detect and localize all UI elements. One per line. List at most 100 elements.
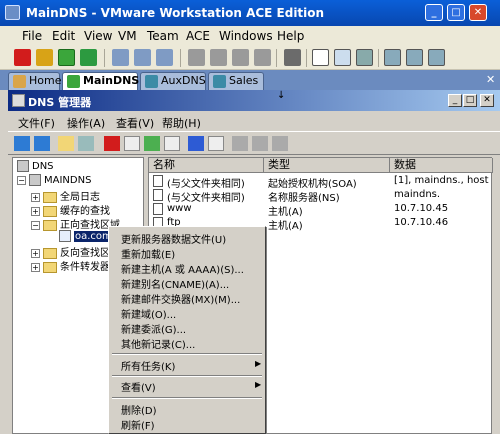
fit-guest-icon[interactable] xyxy=(428,49,445,66)
collapse-icon[interactable]: − xyxy=(17,175,26,185)
team-icon-4[interactable] xyxy=(254,49,271,66)
menu-item-delete[interactable]: 删除(D) xyxy=(121,402,157,417)
back-icon[interactable] xyxy=(14,136,30,151)
tree-item-dns[interactable]: DNS xyxy=(17,160,54,172)
vmware-app-icon xyxy=(5,5,20,20)
tab-maindns-label: MainDNS xyxy=(83,74,140,87)
guest-menu-file[interactable]: 文件(F) xyxy=(18,115,55,131)
tree-label: oa.com xyxy=(74,231,113,242)
menu-item-all-tasks[interactable]: 所有任务(K) xyxy=(121,358,175,373)
menu-item-new-host[interactable]: 新建主机(A 或 AAAA)(S)... xyxy=(121,261,244,276)
maximize-button[interactable]: □ xyxy=(447,4,465,21)
unity-icon[interactable] xyxy=(406,49,423,66)
server-icon xyxy=(29,174,41,186)
team-icon-3[interactable] xyxy=(232,49,249,66)
refresh-icon[interactable] xyxy=(144,136,160,151)
revert-snapshot-icon[interactable] xyxy=(134,49,151,66)
team-icon-2[interactable] xyxy=(210,49,227,66)
column-header-data[interactable]: 数据 xyxy=(390,158,493,173)
expand-icon[interactable]: + xyxy=(31,192,40,202)
record-icon xyxy=(153,203,163,215)
tree-item-cached-lookups[interactable]: + 缓存的查找 xyxy=(31,202,110,217)
tab-auxdns-label: AuxDNS xyxy=(161,74,206,87)
record-name: www xyxy=(167,203,192,214)
properties-icon[interactable] xyxy=(124,136,140,151)
dns-tool-icon-2[interactable] xyxy=(252,136,268,151)
tree-item-maindns[interactable]: − MAINDNS xyxy=(17,174,91,186)
menu-help[interactable]: Help xyxy=(277,29,304,43)
guest-maximize-button[interactable]: □ xyxy=(463,94,477,107)
guest-minimize-button[interactable]: _ xyxy=(448,94,462,107)
tab-maindns[interactable]: MainDNS xyxy=(62,72,140,90)
menu-view[interactable]: View xyxy=(84,29,112,43)
tab-home[interactable]: Home xyxy=(8,72,62,90)
tab-sales[interactable]: Sales xyxy=(208,72,264,90)
forward-icon[interactable] xyxy=(34,136,50,151)
capture-icon[interactable] xyxy=(284,49,301,66)
menu-item-view[interactable]: 查看(V) xyxy=(121,379,156,394)
close-tab-button[interactable]: ✕ xyxy=(486,73,495,86)
delete-icon[interactable] xyxy=(104,136,120,151)
export-list-icon[interactable] xyxy=(164,136,180,151)
guest-menu-help[interactable]: 帮助(H) xyxy=(162,115,201,131)
collapse-icon[interactable]: − xyxy=(31,220,40,230)
tree-item-oa-com[interactable]: oa.com xyxy=(59,230,113,242)
dns-tool-icon-1[interactable] xyxy=(232,136,248,151)
tab-auxdns[interactable]: AuxDNS xyxy=(140,72,206,90)
menu-item-refresh[interactable]: 刷新(F) xyxy=(121,417,155,432)
full-screen-icon[interactable] xyxy=(356,49,373,66)
submenu-arrow-icon: ▶ xyxy=(255,380,262,389)
menu-item-other-records[interactable]: 其他新记录(C)... xyxy=(121,336,195,351)
console-view-icon[interactable] xyxy=(384,49,401,66)
guest-menu-view[interactable]: 查看(V) xyxy=(116,115,154,131)
snapshot-icon[interactable] xyxy=(112,49,129,66)
minimize-button[interactable]: _ xyxy=(425,4,443,21)
column-header-type[interactable]: 类型 xyxy=(264,158,390,173)
menu-item-update-data-file[interactable]: 更新服务器数据文件(U) xyxy=(121,231,226,246)
expand-icon[interactable]: + xyxy=(31,262,40,272)
table-row[interactable]: (与父文件夹相同) 名称服务器(NS) maindns. xyxy=(149,188,493,204)
expand-icon[interactable]: + xyxy=(31,248,40,258)
close-button[interactable]: ✕ xyxy=(469,4,487,21)
tree-item-conditional-forwarders[interactable]: + 条件转发器 xyxy=(31,258,110,273)
menu-item-new-alias[interactable]: 新建别名(CNAME)(A)... xyxy=(121,276,229,291)
quick-switch-icon[interactable] xyxy=(334,49,351,66)
menu-edit[interactable]: Edit xyxy=(52,29,75,43)
column-header-name[interactable]: 名称 xyxy=(149,158,264,173)
table-row[interactable]: www 主机(A) 10.7.10.45 xyxy=(149,202,493,218)
guest-close-button[interactable]: ✕ xyxy=(480,94,494,107)
reset-icon[interactable] xyxy=(80,49,97,66)
table-row[interactable]: (与父文件夹相同) 起始授权机构(SOA) [1], maindns., hos… xyxy=(149,174,493,190)
team-icon-1[interactable] xyxy=(188,49,205,66)
dns-tool-icon-3[interactable] xyxy=(272,136,288,151)
tree-item-reverse-zones[interactable]: + 反向查找区域 xyxy=(31,244,120,259)
up-folder-icon[interactable] xyxy=(58,136,74,151)
menu-item-new-mx[interactable]: 新建邮件交换器(MX)(M)... xyxy=(121,291,240,306)
menu-team[interactable]: Team xyxy=(147,29,179,43)
expand-icon[interactable]: + xyxy=(31,206,40,216)
record-data: 10.7.10.45 xyxy=(394,203,449,214)
menu-windows[interactable]: Windows xyxy=(219,29,273,43)
snapshot-manager-icon[interactable] xyxy=(156,49,173,66)
tab-home-label: Home xyxy=(29,74,62,87)
tree-item-global-logs[interactable]: + 全局日志 xyxy=(31,188,100,203)
menu-item-reload[interactable]: 重新加载(E) xyxy=(121,246,175,261)
menu-separator xyxy=(112,375,262,377)
menu-ace[interactable]: ACE xyxy=(186,29,210,43)
menu-item-new-domain[interactable]: 新建域(O)... xyxy=(121,306,176,321)
menu-item-new-delegation[interactable]: 新建委派(G)... xyxy=(121,321,186,336)
guest-menu-action[interactable]: 操作(A) xyxy=(67,115,105,131)
suspend-icon[interactable] xyxy=(36,49,53,66)
tree-item-forward-zones[interactable]: − 正向查找区域 xyxy=(31,216,120,231)
submenu-arrow-icon: ▶ xyxy=(255,359,262,368)
action-pane-icon[interactable] xyxy=(208,136,224,151)
vmware-tab-bar: Home MainDNS AuxDNS Sales ✕ xyxy=(0,70,500,90)
show-hide-tree-icon[interactable] xyxy=(78,136,94,151)
menu-file[interactable]: File xyxy=(22,29,42,43)
power-on-icon[interactable] xyxy=(58,49,75,66)
show-sidebar-icon[interactable] xyxy=(312,49,329,66)
power-off-icon[interactable] xyxy=(14,49,31,66)
help-icon[interactable] xyxy=(188,136,204,151)
menu-vm[interactable]: VM xyxy=(118,29,137,43)
guest-toolbar xyxy=(8,131,500,155)
